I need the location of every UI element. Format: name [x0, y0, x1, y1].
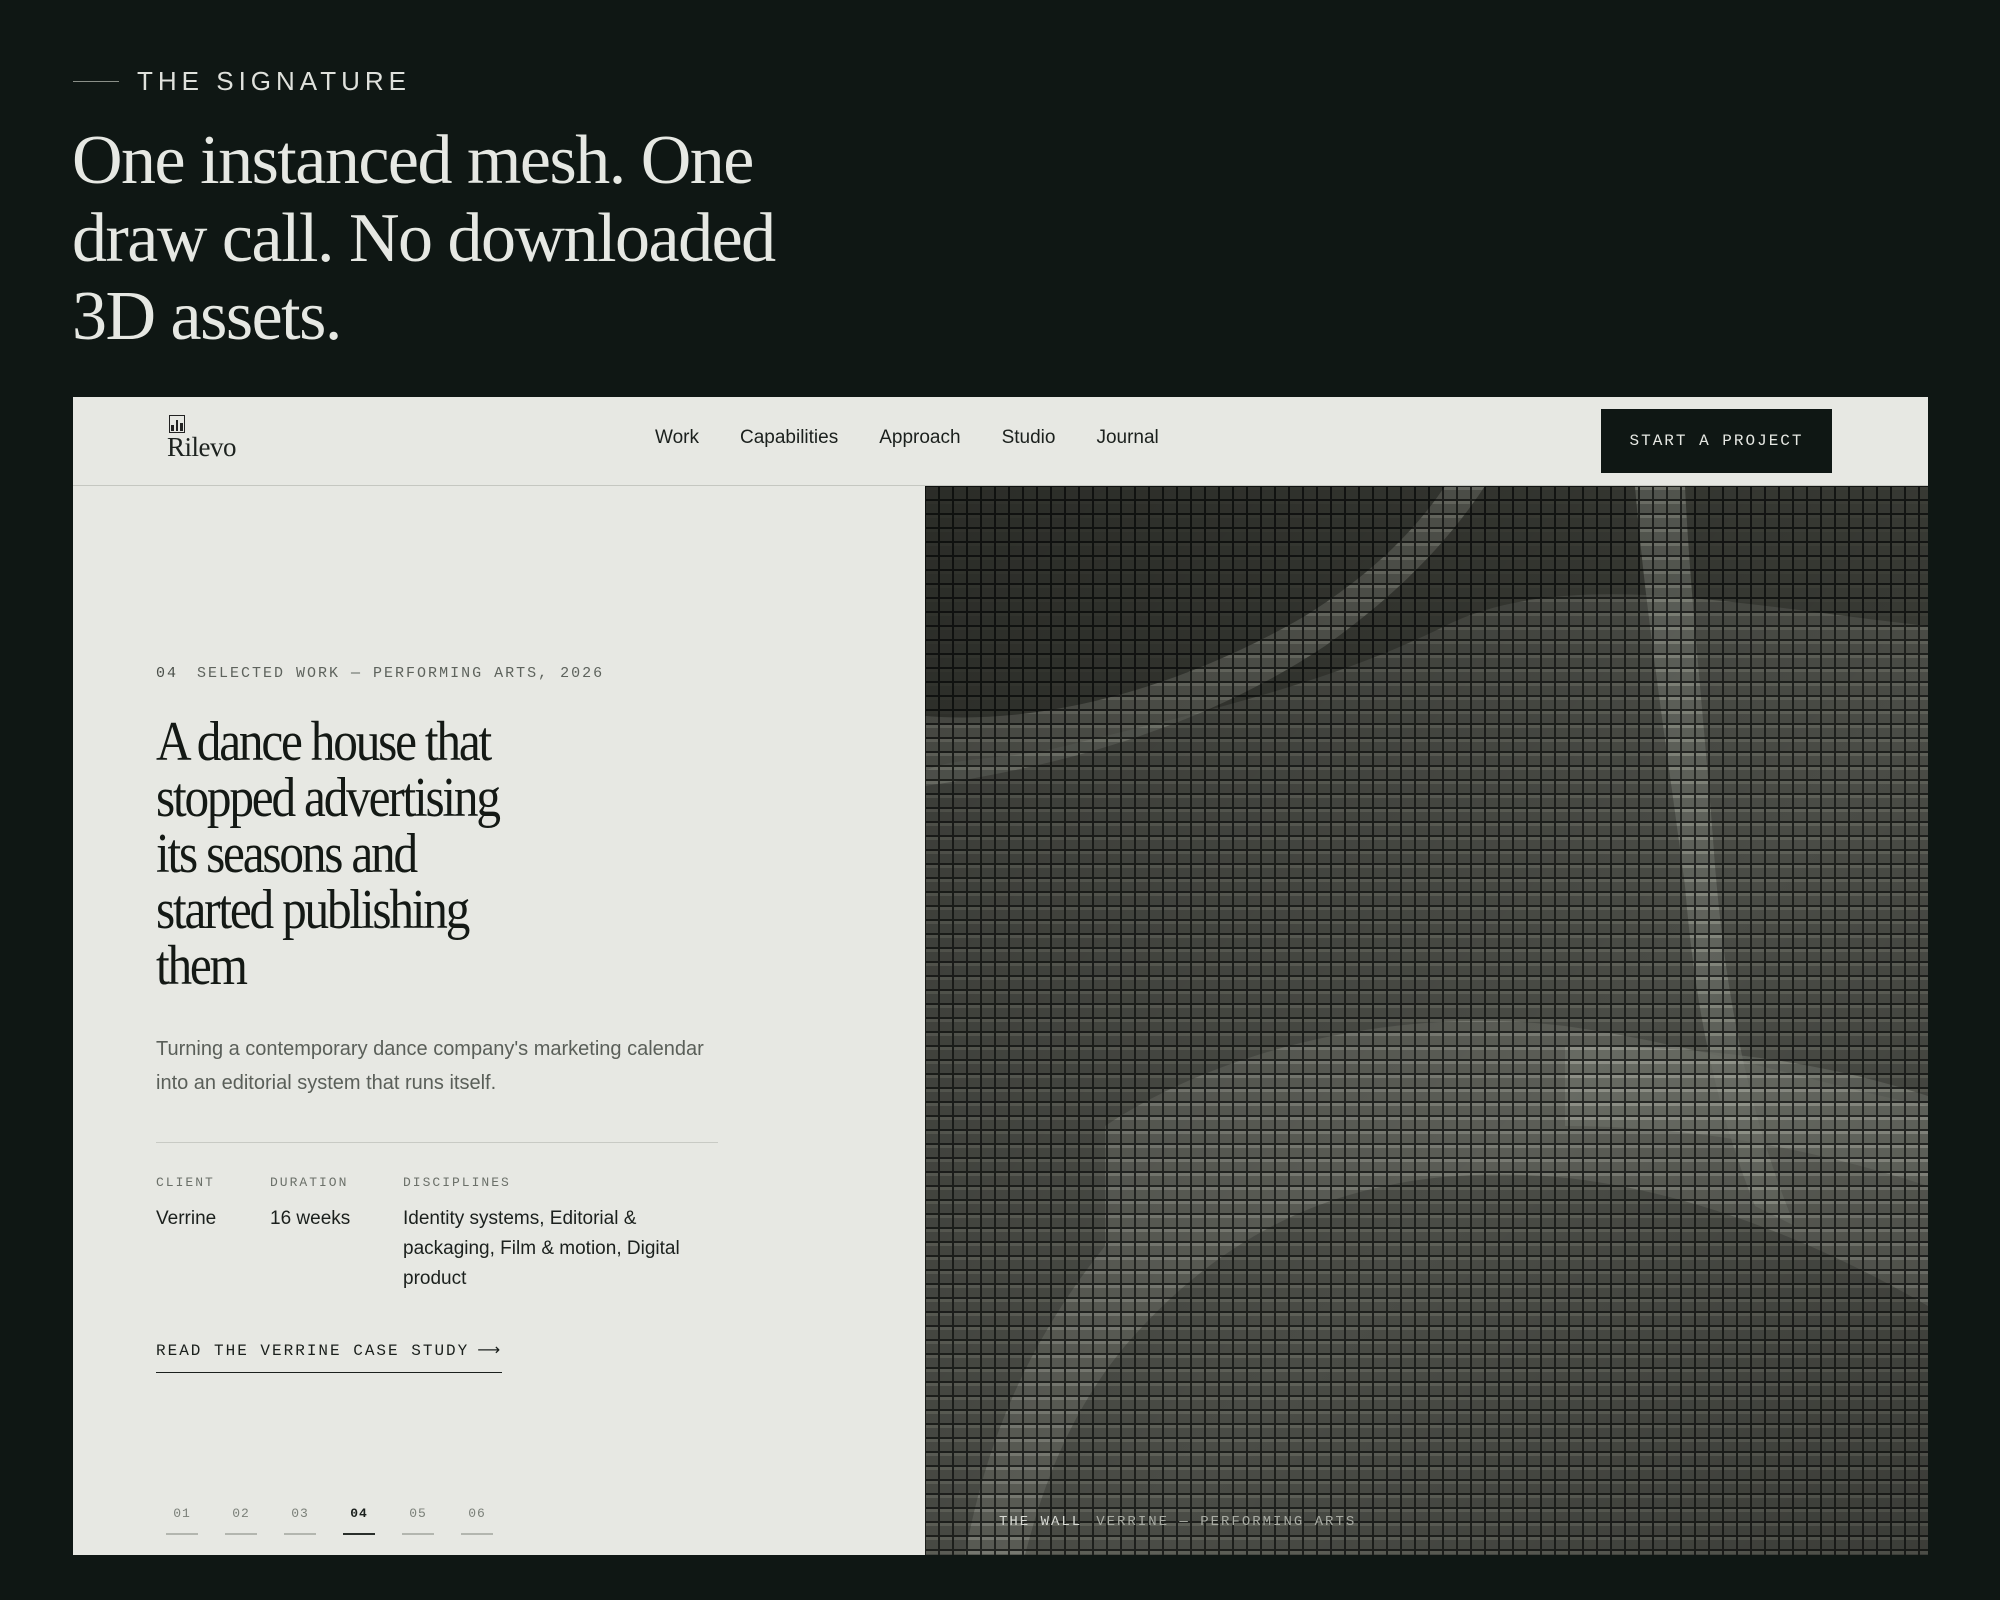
- pager-bar: [343, 1533, 375, 1535]
- pager-num: 03: [291, 1506, 309, 1521]
- meta-duration: DURATION 16 weeks: [270, 1175, 390, 1234]
- pager-bar: [284, 1533, 316, 1535]
- case-link-label: READ THE VERRINE CASE STUDY: [156, 1342, 470, 1360]
- meta-client: CLIENT Verrine: [156, 1175, 256, 1234]
- kicker-rule: [73, 81, 119, 82]
- pager-bar: [402, 1533, 434, 1535]
- nav-link-studio[interactable]: Studio: [1002, 427, 1056, 449]
- arrow-right-icon: ⟶: [477, 1340, 503, 1359]
- kicker-label: THE SIGNATURE: [137, 66, 411, 96]
- meta-divider: [156, 1142, 718, 1143]
- meta-disciplines: DISCIPLINES Identity systems, Editorial …: [403, 1175, 703, 1294]
- cube-wall-shading: [925, 486, 1928, 1555]
- pager-item-01[interactable]: 01: [166, 1506, 198, 1535]
- nav-links: Work Capabilities Approach Studio Journa…: [655, 427, 1200, 449]
- pager-item-06[interactable]: 06: [461, 1506, 493, 1535]
- logo-mark-icon: [169, 415, 185, 433]
- pager-item-03[interactable]: 03: [284, 1506, 316, 1535]
- case-panel: 04 SELECTED WORK — PERFORMING ARTS, 2026…: [73, 486, 924, 1555]
- cube-wall-canvas: [925, 486, 1928, 1555]
- case-title: A dance house that stopped advertising i…: [156, 711, 501, 997]
- meta-duration-value: 16 weeks: [270, 1208, 351, 1229]
- pager-item-02[interactable]: 02: [225, 1506, 257, 1535]
- cube-wall-visual: THE WALL VERRINE — PERFORMING ARTS: [925, 486, 1928, 1555]
- pager-num: 05: [409, 1506, 427, 1521]
- pager-item-05[interactable]: 05: [402, 1506, 434, 1535]
- pager-bar: [225, 1533, 257, 1535]
- nav-link-approach[interactable]: Approach: [879, 427, 960, 449]
- meta-disciplines-value: Identity systems, Editorial & packaging,…: [403, 1208, 680, 1289]
- nav-link-journal[interactable]: Journal: [1096, 427, 1158, 449]
- pager-num: 01: [173, 1506, 191, 1521]
- case-eyebrow: 04 SELECTED WORK — PERFORMING ARTS, 2026: [156, 665, 604, 682]
- visual-caption-sub: VERRINE — PERFORMING ARTS: [1096, 1514, 1357, 1530]
- nav-link-work[interactable]: Work: [655, 427, 699, 449]
- meta-duration-label: DURATION: [270, 1175, 349, 1190]
- meta-disciplines-label: DISCIPLINES: [403, 1175, 511, 1190]
- pager-num: 02: [232, 1506, 250, 1521]
- case-summary: Turning a contemporary dance company's m…: [156, 1038, 704, 1094]
- section-headline: One instanced mesh. One draw call. No do…: [72, 122, 776, 355]
- start-project-button[interactable]: START A PROJECT: [1601, 409, 1832, 473]
- pager-num: 06: [468, 1506, 486, 1521]
- logo-wordmark: Rilevo: [167, 432, 237, 462]
- case-category: SELECTED WORK — PERFORMING ARTS, 2026: [197, 665, 605, 682]
- pager-bar: [461, 1533, 493, 1535]
- visual-caption-title: THE WALL: [999, 1514, 1083, 1530]
- site-preview-frame: Rilevo Work Capabilities Approach Studio…: [73, 397, 1928, 1555]
- logo[interactable]: Rilevo: [167, 415, 237, 462]
- case-number: 04: [156, 665, 179, 682]
- pager-item-04[interactable]: 04: [343, 1506, 375, 1535]
- pager-num: 04: [350, 1506, 368, 1521]
- meta-client-label: CLIENT: [156, 1175, 215, 1190]
- section-kicker: THE SIGNATURE: [73, 66, 411, 97]
- read-case-study-link[interactable]: READ THE VERRINE CASE STUDY ⟶: [156, 1340, 503, 1373]
- nav-link-capabilities[interactable]: Capabilities: [740, 427, 838, 449]
- meta-client-value: Verrine: [156, 1208, 217, 1229]
- case-pager: 01 02 03 04 05 06: [166, 1506, 493, 1535]
- pager-bar: [166, 1533, 198, 1535]
- site-nav: Rilevo Work Capabilities Approach Studio…: [73, 397, 1928, 486]
- visual-caption: THE WALL VERRINE — PERFORMING ARTS: [999, 1514, 1356, 1530]
